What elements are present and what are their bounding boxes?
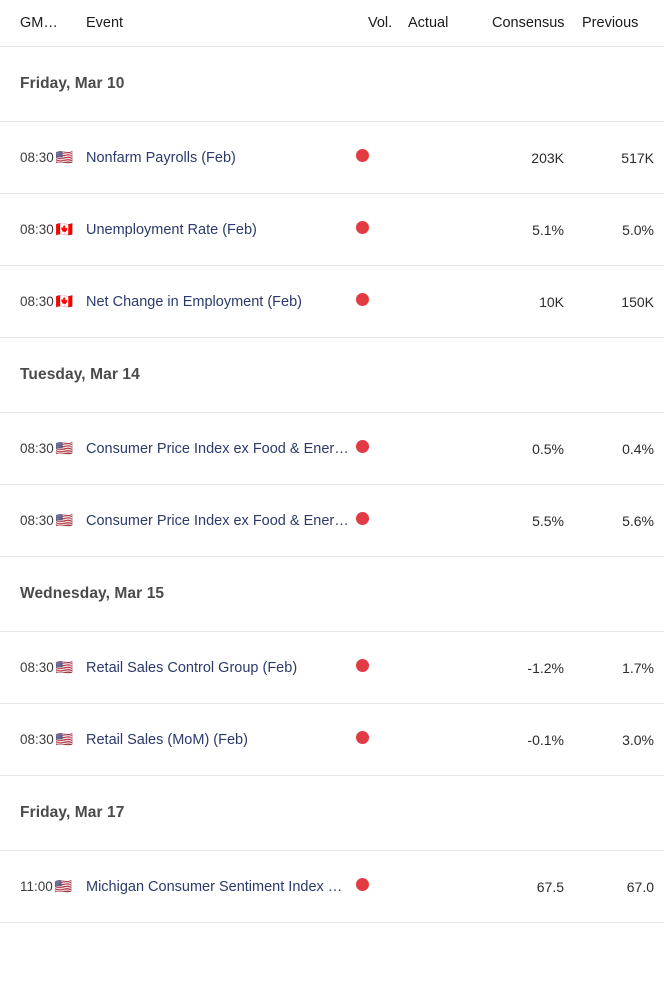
event-time-cell: 08:30 🇺🇸 (0, 441, 86, 456)
date-group-header: Friday, Mar 10 (20, 75, 125, 92)
volatility-high-icon (356, 658, 369, 672)
event-time: 11:00 (20, 879, 53, 894)
volatility-cell (356, 877, 408, 896)
event-link[interactable]: Retail Sales (MoM) (Feb) (86, 732, 356, 748)
column-header-actual[interactable]: Actual (408, 15, 486, 31)
event-time: 08:30 (20, 222, 54, 237)
previous-value: 0.4% (622, 440, 654, 457)
volatility-high-icon (356, 220, 369, 234)
volatility-cell (356, 148, 408, 167)
date-group-header: Wednesday, Mar 15 (20, 585, 165, 602)
event-link[interactable]: Retail Sales Control Group (Feb) (86, 660, 356, 676)
us-flag-icon: 🇺🇸 (55, 731, 74, 748)
previous-value: 1.7% (622, 659, 654, 676)
volatility-high-icon (356, 877, 369, 891)
event-link[interactable]: Michigan Consumer Sentiment Index … (86, 879, 356, 895)
volatility-high-icon (356, 439, 369, 453)
event-time-cell: 08:30 🇨🇦 (0, 222, 86, 237)
consensus-value: 10K (539, 293, 564, 310)
table-row[interactable]: 08:30 🇨🇦 Unemployment Rate (Feb) 5.1% 5.0% (0, 194, 664, 265)
event-time: 08:30 (20, 660, 54, 675)
table-row[interactable]: 08:30 🇨🇦 Net Change in Employment (Feb) 10K… (0, 266, 664, 337)
volatility-cell (356, 658, 408, 677)
table-row[interactable]: 08:30 🇺🇸 Consumer Price Index ex Food & En… (0, 485, 664, 556)
event-time: 08:30 (20, 732, 54, 747)
consensus-value: -0.1% (527, 731, 564, 748)
event-name-cell[interactable]: Net Change in Employment (Feb) (86, 294, 356, 310)
previous-value: 150K (621, 293, 654, 310)
volatility-cell (356, 439, 408, 458)
previous-value: 67.0 (626, 878, 654, 895)
event-link[interactable]: Net Change in Employment (Feb) (86, 294, 356, 310)
event-name-cell[interactable]: Consumer Price Index ex Food & Ener… (86, 513, 356, 529)
event-time-cell: 08:30 🇺🇸 (0, 513, 86, 528)
previous-value: 5.0% (622, 221, 654, 238)
event-time: 08:30 (20, 513, 54, 528)
event-link[interactable]: Consumer Price Index ex Food & Ener… (86, 513, 356, 529)
consensus-value: -1.2% (527, 659, 564, 676)
table-row[interactable]: 11:00 🇺🇸 Michigan Consumer Sentiment Index… (0, 851, 664, 922)
table-row[interactable]: 08:30 🇺🇸 Retail Sales Control Group (Feb) -… (0, 632, 664, 703)
event-time-cell: 08:30 🇺🇸 (0, 660, 86, 675)
us-flag-icon: 🇺🇸 (55, 440, 74, 457)
ca-flag-icon: 🇨🇦 (55, 221, 74, 238)
event-time: 08:30 (20, 294, 54, 309)
column-header-event[interactable]: Event (86, 15, 356, 31)
consensus-value: 0.5% (532, 440, 564, 457)
consensus-value: 5.1% (532, 221, 564, 238)
event-name-cell[interactable]: Unemployment Rate (Feb) (86, 222, 356, 238)
volatility-high-icon (356, 730, 369, 744)
table-row[interactable]: 08:30 🇺🇸 Nonfarm Payrolls (Feb) 203K 517K (0, 122, 664, 193)
column-header-consensus[interactable]: Consensus (486, 15, 578, 31)
event-time: 08:30 (20, 441, 54, 456)
event-name-cell[interactable]: Nonfarm Payrolls (Feb) (86, 150, 356, 166)
us-flag-icon: 🇺🇸 (55, 659, 74, 676)
event-link[interactable]: Nonfarm Payrolls (Feb) (86, 150, 356, 166)
volatility-high-icon (356, 511, 369, 525)
calendar-body: Friday, Mar 10 08:30 🇺🇸 Nonfarm Payrolls (F… (0, 47, 664, 923)
event-time-cell: 08:30 🇺🇸 (0, 732, 86, 747)
column-header-volatility[interactable]: Vol. (356, 15, 408, 31)
consensus-value: 203K (531, 149, 564, 166)
calendar-column-headers: GM… Event Vol. Actual Consensus Previous (0, 0, 664, 46)
volatility-cell (356, 220, 408, 239)
table-row[interactable]: 08:30 🇺🇸 Consumer Price Index ex Food & En… (0, 413, 664, 484)
previous-value: 517K (621, 149, 654, 166)
row-divider (0, 922, 664, 923)
event-time-cell: 08:30 🇺🇸 (0, 150, 86, 165)
ca-flag-icon: 🇨🇦 (55, 293, 74, 310)
us-flag-icon: 🇺🇸 (54, 878, 73, 895)
event-time-cell: 11:00 🇺🇸 (0, 879, 86, 894)
volatility-cell (356, 292, 408, 311)
previous-value: 5.6% (622, 512, 654, 529)
event-name-cell[interactable]: Consumer Price Index ex Food & Ener… (86, 441, 356, 457)
event-name-cell[interactable]: Michigan Consumer Sentiment Index … (86, 879, 356, 895)
volatility-cell (356, 730, 408, 749)
event-link[interactable]: Unemployment Rate (Feb) (86, 222, 356, 238)
us-flag-icon: 🇺🇸 (55, 149, 74, 166)
event-time-cell: 08:30 🇨🇦 (0, 294, 86, 309)
volatility-cell (356, 511, 408, 530)
column-header-time[interactable]: GM… (0, 15, 86, 31)
economic-calendar: GM… Event Vol. Actual Consensus Previous… (0, 0, 664, 923)
event-link[interactable]: Consumer Price Index ex Food & Ener… (86, 441, 356, 457)
date-group-header: Friday, Mar 17 (20, 804, 125, 821)
previous-value: 3.0% (622, 731, 654, 748)
us-flag-icon: 🇺🇸 (55, 512, 74, 529)
event-time: 08:30 (20, 150, 54, 165)
event-name-cell[interactable]: Retail Sales Control Group (Feb) (86, 660, 356, 676)
volatility-high-icon (356, 292, 369, 306)
event-name-cell[interactable]: Retail Sales (MoM) (Feb) (86, 732, 356, 748)
consensus-value: 5.5% (532, 512, 564, 529)
volatility-high-icon (356, 148, 369, 162)
consensus-value: 67.5 (536, 878, 564, 895)
date-group-header: Tuesday, Mar 14 (20, 366, 140, 383)
table-row[interactable]: 08:30 🇺🇸 Retail Sales (MoM) (Feb) -0.1% 3.0% (0, 704, 664, 775)
column-header-previous[interactable]: Previous (578, 15, 664, 31)
